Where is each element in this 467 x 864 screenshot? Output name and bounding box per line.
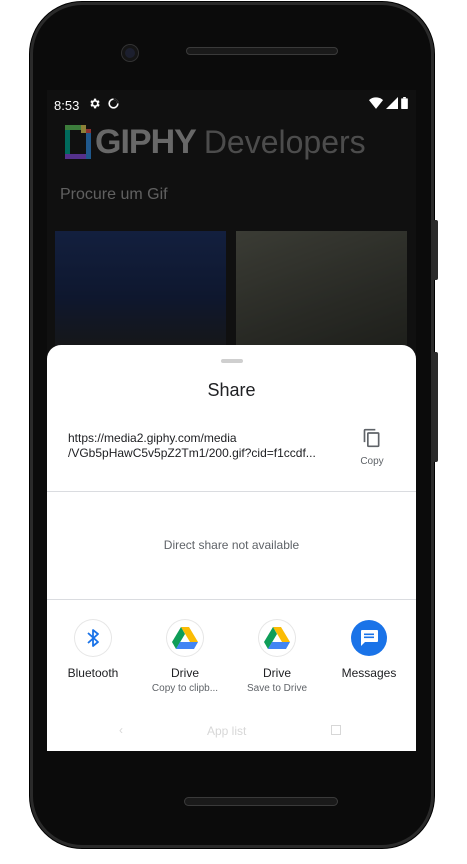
share-url-line: /VGb5pHawC5v5pZ2Tm1/200.gif?cid=f1ccdf..… (68, 446, 316, 460)
battery-icon (401, 97, 408, 109)
copy-label: Copy (360, 456, 384, 467)
drag-handle[interactable] (221, 359, 243, 363)
share-target-label: Bluetooth (67, 666, 119, 680)
share-title: Share (207, 380, 256, 400)
share-target-label: Drive (262, 666, 291, 680)
share-url: https://media2.giphy.com/media /VGb5pHaw… (68, 431, 338, 461)
share-target-label: Drive (170, 666, 199, 680)
google-drive-icon (259, 620, 295, 656)
divider (47, 491, 416, 492)
cellular-icon (386, 97, 398, 109)
share-target-sub: Save to Drive (246, 683, 308, 694)
share-sheet: Share https://media2.giphy.com/media /VG… (47, 345, 416, 751)
share-target-drive-save[interactable]: Drive Save to Drive (231, 620, 323, 694)
status-time: 8:53 (54, 98, 80, 113)
wifi-icon (369, 97, 383, 109)
screen: GIPHY Developers Procure um Gif 8:53 Sha… (47, 90, 416, 751)
recents-nav-icon (331, 725, 341, 735)
google-drive-icon (167, 620, 203, 656)
messages-icon (351, 620, 387, 656)
share-target-sub: Copy to clipb... (151, 683, 219, 694)
share-target-messages[interactable]: Messages (323, 620, 415, 683)
bluetooth-icon (75, 620, 111, 656)
share-url-line: https://media2.giphy.com/media (68, 431, 237, 445)
copy-button[interactable]: Copy (352, 427, 392, 469)
app-list-label: App list (207, 724, 247, 738)
data-saver-icon (108, 98, 119, 109)
direct-share-message: Direct share not available (163, 538, 300, 552)
front-camera (122, 45, 138, 61)
status-bar: 8:53 (47, 90, 416, 120)
volume-button (433, 352, 438, 462)
bottom-speaker (184, 797, 338, 806)
top-speaker (186, 47, 338, 55)
gear-icon (90, 98, 100, 109)
share-target-label: Messages (341, 666, 397, 680)
copy-icon (363, 428, 380, 448)
share-target-drive-copy[interactable]: Drive Copy to clipb... (139, 620, 231, 694)
share-target-bluetooth[interactable]: Bluetooth (47, 620, 139, 683)
navigation-bar-ghost: ‹ App list (47, 721, 416, 743)
divider (47, 599, 416, 600)
share-targets: Bluetooth Drive Copy to clipb... Drive S… (47, 620, 416, 710)
power-button (433, 220, 438, 280)
back-nav-icon: ‹ (119, 723, 123, 737)
